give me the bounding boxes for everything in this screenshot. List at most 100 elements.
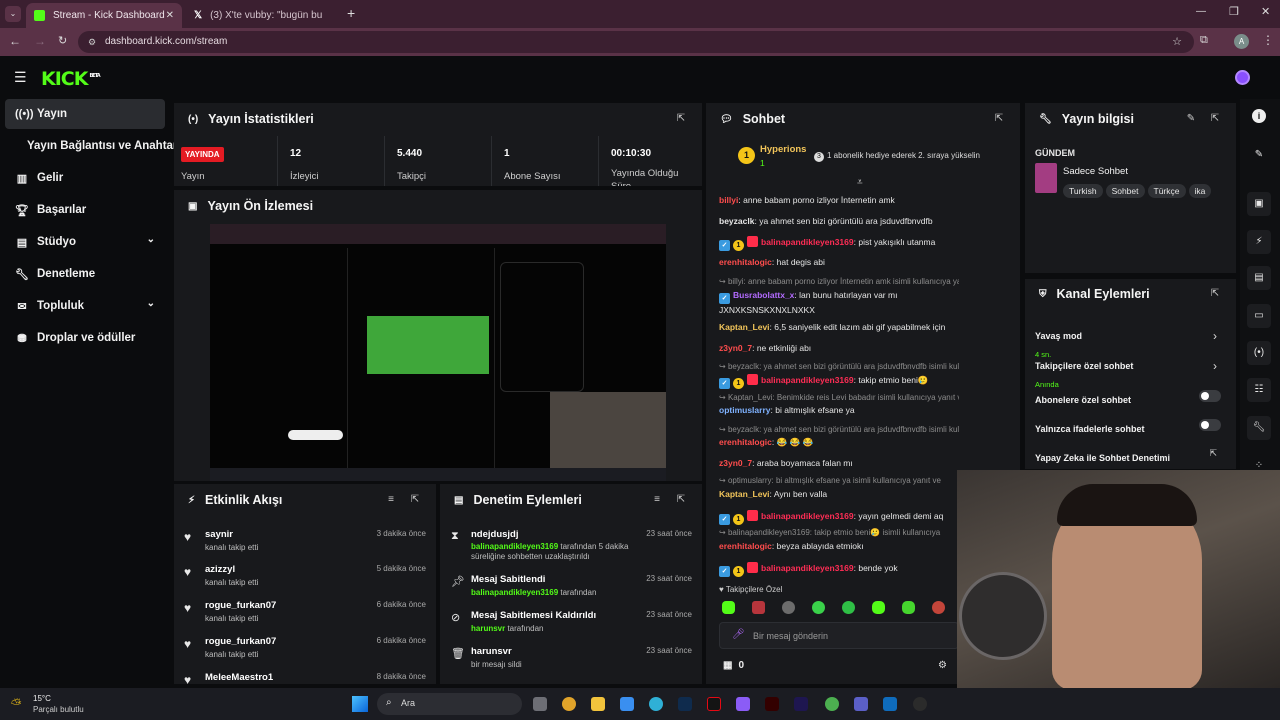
outlook-icon[interactable] [883,697,897,711]
sidebar-item-stream-key[interactable]: Yayın Bağlantısı ve Anahtarı [5,131,181,161]
new-tab-button[interactable]: + [347,5,355,21]
popout-icon[interactable]: ⇱ [408,493,422,507]
broadcast-icon[interactable]: (•) [1247,341,1271,365]
popout-icon[interactable]: ⇱ [992,112,1006,126]
popout-icon[interactable]: ⇱ [1208,112,1222,126]
chat-username[interactable]: Busrabolattx_x [733,290,794,300]
extensions-icon[interactable]: ⧉ [1200,34,1208,47]
task-view-icon[interactable] [533,697,547,711]
netflix-icon[interactable] [707,697,721,711]
chat-username[interactable]: beyzaclk [719,216,754,226]
windows-start-icon[interactable] [352,696,368,712]
chat-username[interactable]: billyi [719,195,738,205]
emote[interactable] [842,601,855,614]
tag[interactable]: ika [1188,184,1212,198]
profile-avatar[interactable]: A [1234,34,1249,49]
edit-icon[interactable]: ✎ [1247,143,1271,167]
reload-icon[interactable]: ↻ [58,34,67,47]
chat-username[interactable]: balinapandikleyen3169 [761,375,854,385]
edit-icon[interactable]: ✎ [1184,112,1198,126]
back-icon[interactable]: ← [9,34,21,48]
chat-pinned-gift[interactable]: 1 Hyperions 1 31 abonelik hediye ederek … [706,140,1020,174]
chat-username[interactable]: optimuslarry [719,405,771,415]
popout-icon[interactable]: ⇱ [674,112,688,126]
stream-preview-video[interactable] [210,224,666,481]
emote[interactable] [872,601,885,614]
chrome-active-icon[interactable] [825,697,839,711]
emotes-only-toggle[interactable] [1199,419,1221,431]
bookmark-star-icon[interactable]: ☆ [1172,31,1182,53]
emote[interactable] [782,601,795,614]
sidebar-item-basarilar[interactable]: 🏆︎ Başarılar [5,195,165,225]
emote[interactable] [752,601,765,614]
emote[interactable] [722,601,735,614]
emote[interactable] [932,601,945,614]
document-icon[interactable]: ▤ [1247,266,1271,290]
tag[interactable]: Sohbet [1105,184,1145,198]
user-avatar[interactable] [1235,70,1250,85]
chat-username[interactable]: balinapandikleyen3169 [761,237,854,247]
chat-username[interactable]: balinapandikleyen3169 [761,511,854,521]
file-explorer-icon[interactable] [591,697,605,711]
weather-desc[interactable]: Parçalı bulutlu [33,705,84,714]
chat-username[interactable]: erenhitalogic [719,541,772,551]
emote[interactable] [902,601,915,614]
chat-bubble-icon[interactable]: ▭ [1247,304,1271,328]
sidebar-item-droplar[interactable]: ⛃ Droplar ve ödüller [5,323,165,353]
sidebar-item-studyo[interactable]: ▤ Stüdyo ⌄ [5,227,165,257]
chat-username[interactable]: z3yn0_7 [719,343,752,353]
chat-username[interactable]: erenhitalogic [719,257,772,267]
sidebar-item-yayin[interactable]: ((•)) Yayın [5,99,165,129]
chat-username[interactable]: z3yn0_7 [719,458,752,468]
popout-icon[interactable]: ⇱ [1208,287,1222,301]
url-input[interactable]: ⚙ dashboard.kick.com/stream ☆ [78,31,1194,53]
chat-username[interactable]: balinapandikleyen3169 [761,563,854,573]
illustrator-icon[interactable] [765,697,779,711]
ai-moderation-row[interactable]: Yapay Zeka ile Sohbet Denetimi ⇱ [1035,448,1225,464]
filter-icon[interactable]: ≡ [650,493,664,507]
screen-icon[interactable]: ▣ [1247,192,1271,216]
premiere-icon[interactable] [794,697,808,711]
teams-icon[interactable] [854,697,868,711]
chat-settings-icon[interactable]: ⚙ [938,660,947,671]
filter-icon[interactable]: ≡ [384,493,398,507]
clipboard-icon[interactable]: ☷ [1247,378,1271,402]
wrench-icon[interactable]: 🔧︎ [1247,416,1271,440]
browser-menu-icon[interactable]: ⋮ [1262,33,1274,47]
weather-temp[interactable]: 15°C [33,694,51,703]
close-window-button[interactable]: ✕ [1261,5,1270,18]
tag[interactable]: Turkish [1063,184,1103,198]
category-name[interactable]: Sadece Sohbet [1063,166,1128,177]
emote[interactable] [812,601,825,614]
info-icon[interactable]: i [1252,109,1266,123]
store-icon[interactable] [620,697,634,711]
sidebar-item-topluluk[interactable]: ✉ Topluluk ⌄ [5,291,165,321]
chat-input[interactable]: 🎤︎ Bir mesaj gönderin [719,622,959,649]
slow-mode-row[interactable]: Yavaş mod 4 sn. › [1035,326,1225,359]
copilot-icon[interactable] [736,697,750,711]
subscribers-only-toggle[interactable] [1199,390,1221,402]
sidebar-item-gelir[interactable]: ▥ Gelir [5,163,165,193]
popout-icon[interactable]: ⇱ [674,493,688,507]
forward-icon[interactable]: → [34,34,46,48]
obs-icon[interactable] [913,697,927,711]
followers-only-row[interactable]: Takipçilere özel sohbet Anında › [1035,356,1225,389]
collapse-icon[interactable]: ⩡ [857,177,863,188]
photoshop-icon[interactable] [678,697,692,711]
edge-icon[interactable] [649,697,663,711]
tag[interactable]: Türkçe [1147,184,1186,198]
taskbar-search[interactable]: ⌕ Ara [377,693,522,715]
tab-kick-dashboard[interactable]: Stream - Kick Dashboard ✕ [26,3,182,28]
chat-username[interactable]: Kaptan_Levi [719,489,770,499]
restore-button[interactable]: ❐ [1229,5,1239,18]
kick-logo[interactable]: KICK BETA [41,68,101,90]
chrome-icon[interactable] [562,697,576,711]
close-icon[interactable]: ✕ [166,10,174,21]
tab-x-vubby[interactable]: 𝕏 (3) X'te vubby: "bugün buna ol [186,3,342,28]
lightning-icon[interactable]: ⚡︎ [1247,230,1271,254]
gifter-name[interactable]: Hyperions [760,144,806,155]
chat-username[interactable]: Kaptan_Levi [719,322,770,332]
hamburger-menu-icon[interactable]: ☰ [14,69,27,86]
sidebar-item-denetleme[interactable]: 🔧︎ Denetleme [5,259,165,289]
chat-username[interactable]: erenhitalogic [719,437,772,447]
